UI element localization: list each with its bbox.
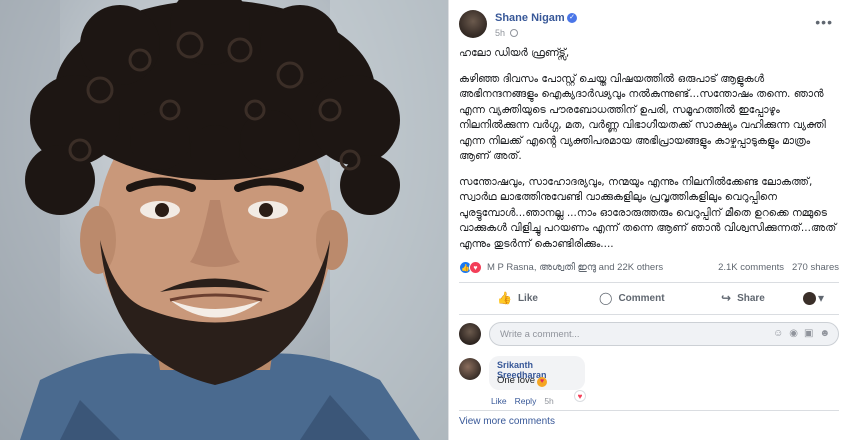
comment-bubble: Srikanth Sreedharan One love ♥ bbox=[489, 356, 585, 390]
reactors-summary[interactable]: M P Rasna, അശ്വതി ഇന്ദു and 22K others bbox=[487, 262, 663, 273]
comment-text-value: One love bbox=[497, 375, 536, 386]
globe-icon bbox=[510, 29, 518, 37]
love-reaction-icon: ♥ bbox=[574, 390, 586, 402]
comment-time[interactable]: 5h bbox=[544, 396, 553, 406]
love-reaction-icon: ♥ bbox=[469, 261, 482, 274]
gif-icon[interactable]: ▣ bbox=[804, 328, 813, 339]
camera-icon[interactable]: ◉ bbox=[789, 328, 798, 339]
comment-meta: Like Reply 5h bbox=[491, 396, 554, 406]
like-label: Like bbox=[517, 292, 538, 304]
post-stats: 👍 ♥ M P Rasna, അശ്വതി ഇന്ദു and 22K othe… bbox=[459, 260, 839, 276]
emoji-icon[interactable]: ☺ bbox=[773, 328, 783, 339]
divider bbox=[459, 410, 839, 411]
comment-input[interactable]: Write a comment... ☺ ◉ ▣ ☻ bbox=[489, 322, 839, 346]
share-label: Share bbox=[737, 292, 765, 304]
comment-button[interactable]: ◯ Comment bbox=[599, 286, 665, 310]
post-actions: 👍 Like ◯ Comment ↪ Share ▾ bbox=[459, 286, 839, 310]
verified-badge-icon: ✓ bbox=[567, 13, 577, 23]
comment-like-link[interactable]: Like bbox=[491, 396, 507, 406]
comment-placeholder: Write a comment... bbox=[500, 329, 580, 340]
share-icon: ↪ bbox=[721, 291, 732, 305]
composer-avatar bbox=[459, 323, 481, 345]
like-icon: 👍 bbox=[497, 291, 512, 305]
share-button[interactable]: ↪ Share bbox=[721, 286, 765, 310]
composer-icons: ☺ ◉ ▣ ☻ bbox=[773, 328, 830, 339]
comments-count[interactable]: 2.1K comments bbox=[718, 262, 784, 273]
profile-photo bbox=[0, 0, 448, 440]
author-avatar[interactable] bbox=[459, 10, 487, 38]
post-body: ഹലോ ഡിയർ ഫ്രണ്ട്സ്, കഴിഞ്ഞ ദിവസം പോസ്റ്റ… bbox=[459, 46, 839, 262]
shares-count[interactable]: 270 shares bbox=[792, 262, 839, 273]
post-paragraph: ഹലോ ഡിയർ ഫ്രണ്ട്സ്, bbox=[459, 47, 570, 59]
author-name[interactable]: Shane Nigam bbox=[495, 12, 565, 24]
portrait-illustration bbox=[0, 0, 448, 440]
post-header: Shane Nigam ✓ 5h ••• bbox=[459, 10, 839, 42]
comment-icon: ◯ bbox=[599, 291, 613, 305]
post-time[interactable]: 5h bbox=[495, 28, 505, 38]
facebook-post: Shane Nigam ✓ 5h ••• ഹലോ ഡിയർ ഫ്രണ്ട്സ്,… bbox=[448, 0, 845, 440]
engagement-counts: 2.1K comments 270 shares bbox=[718, 262, 839, 273]
comment-item: Srikanth Sreedharan One love ♥ ♥ Like Rep… bbox=[459, 356, 839, 412]
comment-reply-link[interactable]: Reply bbox=[515, 396, 537, 406]
sticker-icon[interactable]: ☻ bbox=[819, 328, 830, 339]
divider bbox=[459, 314, 839, 315]
comment-text: One love ♥ bbox=[497, 375, 548, 387]
post-paragraph: സന്തോഷവും, സാഹോദര്യവും, നന്മയും എന്നും ന… bbox=[459, 175, 837, 250]
like-button[interactable]: 👍 Like bbox=[497, 286, 538, 310]
view-more-comments-link[interactable]: View more comments bbox=[459, 416, 555, 427]
post-paragraph: കഴിഞ്ഞ ദിവസം പോസ്റ്റ് ചെയ്ത വിഷയത്തിൽ ഒര… bbox=[459, 72, 826, 163]
audience-selector[interactable]: ▾ bbox=[803, 286, 824, 310]
divider bbox=[459, 282, 839, 283]
comment-label: Comment bbox=[618, 292, 665, 304]
audience-avatar bbox=[803, 291, 816, 305]
comment-composer: Write a comment... ☺ ◉ ▣ ☻ bbox=[459, 322, 839, 348]
chevron-down-icon: ▾ bbox=[818, 291, 825, 305]
commenter-avatar[interactable] bbox=[459, 358, 481, 380]
more-options-icon[interactable]: ••• bbox=[815, 14, 833, 30]
heart-eyes-emoji-icon: ♥ bbox=[537, 377, 548, 387]
